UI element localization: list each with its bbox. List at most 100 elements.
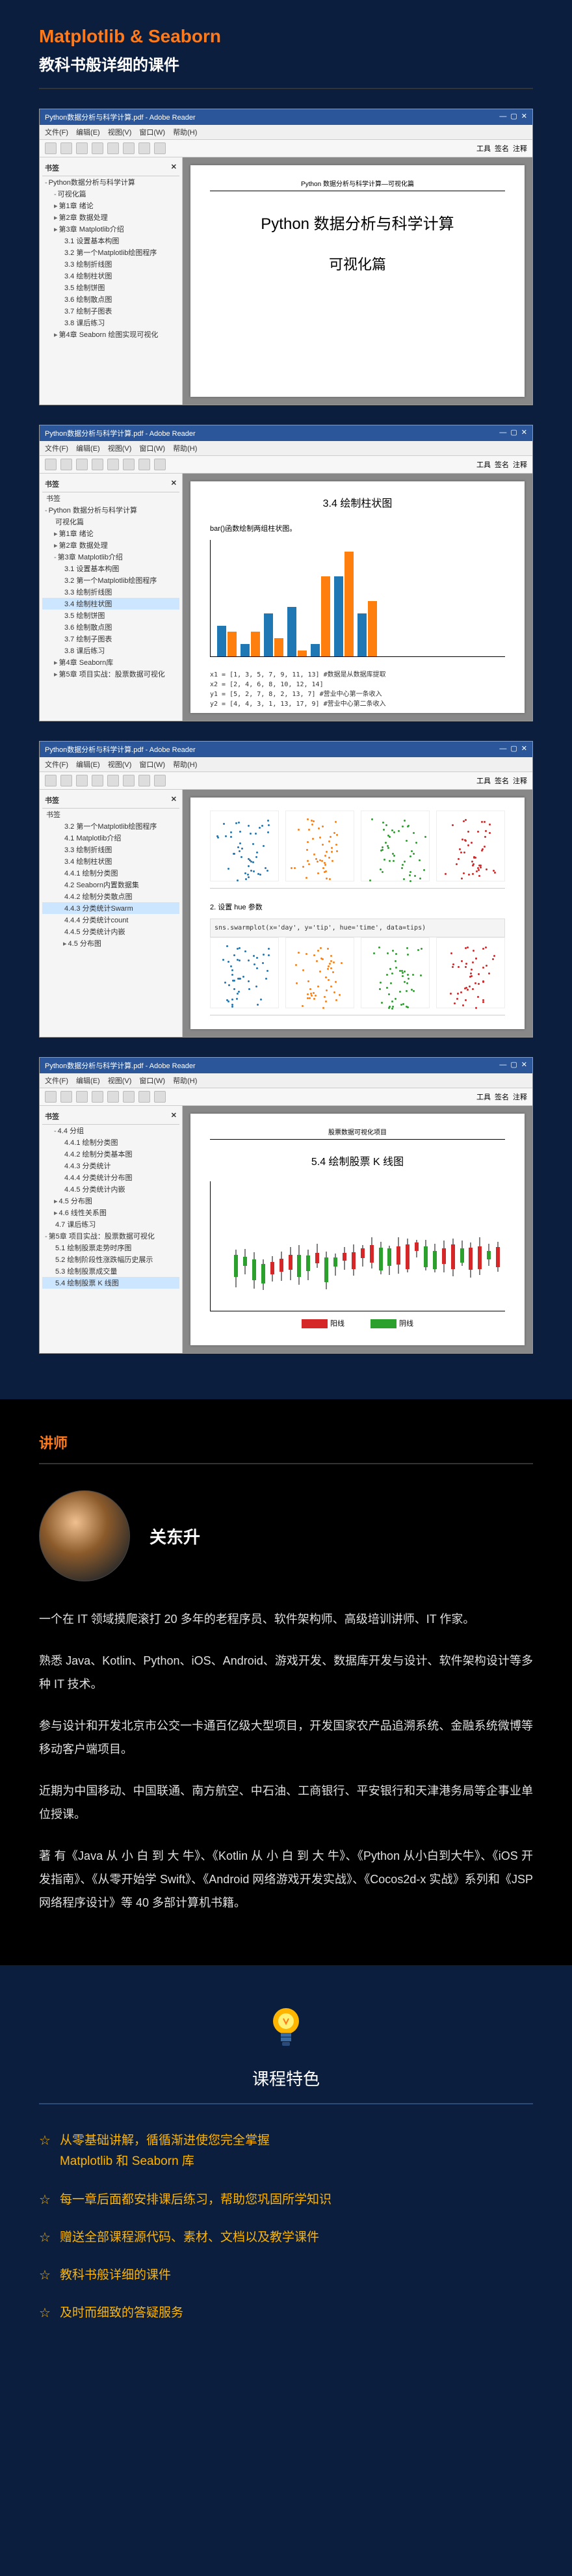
bookmark-item[interactable]: -Python 数据分析与科学计算 xyxy=(42,504,179,516)
bookmark-item[interactable]: 4.4.5 分类统计内嵌 xyxy=(42,1183,179,1195)
window-control[interactable]: ✕ xyxy=(521,745,527,753)
toolbar-button[interactable] xyxy=(60,775,72,786)
bookmark-item[interactable]: 可视化篇 xyxy=(42,516,179,528)
toolbar-button[interactable] xyxy=(92,142,103,154)
toolbar-button[interactable] xyxy=(92,459,103,470)
toolbar-button[interactable] xyxy=(60,142,72,154)
toolbar-button[interactable] xyxy=(45,1091,57,1103)
menu-item[interactable]: 帮助(H) xyxy=(173,127,197,137)
bookmark-item[interactable]: ▸第4章 Seaborn库 xyxy=(42,656,179,668)
toolbar-link[interactable]: 签名 xyxy=(495,143,509,154)
bookmark-item[interactable]: 4.7 课后练习 xyxy=(42,1218,179,1230)
toolbar-button[interactable] xyxy=(138,142,150,154)
toolbar-button[interactable] xyxy=(154,775,166,786)
menu-item[interactable]: 视图(V) xyxy=(108,127,132,137)
window-control[interactable]: ▢ xyxy=(510,113,517,120)
menu-item[interactable]: 帮助(H) xyxy=(173,443,197,453)
window-control[interactable]: — xyxy=(499,745,506,753)
bookmark-item[interactable]: 3.3 绘制折线图 xyxy=(42,844,179,855)
menu-item[interactable]: 视图(V) xyxy=(108,759,132,770)
menu-item[interactable]: 窗口(W) xyxy=(139,127,165,137)
toolbar-link[interactable]: 签名 xyxy=(495,775,509,786)
menu-item[interactable]: 编辑(E) xyxy=(76,127,100,137)
bookmark-item[interactable]: 4.4.4 分类统计分布图 xyxy=(42,1172,179,1183)
toolbar-button[interactable] xyxy=(123,775,135,786)
menu-item[interactable]: 文件(F) xyxy=(45,127,68,137)
bookmark-item[interactable]: 3.6 绘制散点图 xyxy=(42,621,179,633)
bookmark-item[interactable]: 3.1 设置基本构图 xyxy=(42,563,179,574)
toolbar-button[interactable] xyxy=(60,1091,72,1103)
close-icon[interactable]: ✕ xyxy=(171,479,177,489)
bookmark-item[interactable]: 3.3 绘制折线图 xyxy=(42,586,179,598)
bookmark-item[interactable]: -可视化篇 xyxy=(42,188,179,200)
bookmark-item[interactable]: -第5章 项目实战：股票数据可视化 xyxy=(42,1230,179,1242)
menu-item[interactable]: 视图(V) xyxy=(108,1075,132,1086)
toolbar-button[interactable] xyxy=(76,775,88,786)
bookmark-item[interactable]: ▸第4章 Seaborn 绘图实现可视化 xyxy=(42,329,179,340)
toolbar-link[interactable]: 工具 xyxy=(476,143,491,154)
toolbar-button[interactable] xyxy=(107,775,119,786)
bookmark-item[interactable]: ▸4.6 线性关系图 xyxy=(42,1207,179,1218)
menu-item[interactable]: 帮助(H) xyxy=(173,1075,197,1086)
bookmark-item[interactable]: 3.1 设置基本构图 xyxy=(42,235,179,247)
menu-item[interactable]: 窗口(W) xyxy=(139,1075,165,1086)
bookmark-item[interactable]: 4.4.1 绘制分类图 xyxy=(42,1136,179,1148)
bookmark-item[interactable]: 3.5 绘制饼图 xyxy=(42,282,179,293)
menu-item[interactable]: 编辑(E) xyxy=(76,1075,100,1086)
toolbar-button[interactable] xyxy=(107,459,119,470)
bookmark-item[interactable]: 3.8 课后练习 xyxy=(42,317,179,329)
toolbar-link[interactable]: 工具 xyxy=(476,1092,491,1102)
bookmark-item[interactable]: 书签 xyxy=(42,492,179,504)
window-control[interactable]: ✕ xyxy=(521,1061,527,1069)
bookmark-item[interactable]: ▸第1章 绪论 xyxy=(42,200,179,211)
bookmark-item[interactable]: 3.4 绘制柱状图 xyxy=(42,270,179,282)
toolbar-link[interactable]: 注释 xyxy=(513,459,527,470)
toolbar-button[interactable] xyxy=(76,1091,88,1103)
toolbar-link[interactable]: 签名 xyxy=(495,1092,509,1102)
bookmark-item[interactable]: ▸第2章 数据处理 xyxy=(42,211,179,223)
window-control[interactable]: ▢ xyxy=(510,1061,517,1069)
bookmark-item[interactable]: 3.7 绘制子图表 xyxy=(42,633,179,645)
bookmark-item[interactable]: 3.7 绘制子图表 xyxy=(42,305,179,317)
toolbar-button[interactable] xyxy=(138,459,150,470)
close-icon[interactable]: ✕ xyxy=(171,1111,177,1121)
bookmark-item[interactable]: 4.4.1 绘制分类图 xyxy=(42,867,179,879)
menu-item[interactable]: 文件(F) xyxy=(45,1075,68,1086)
toolbar-button[interactable] xyxy=(154,1091,166,1103)
window-control[interactable]: ▢ xyxy=(510,429,517,436)
toolbar-button[interactable] xyxy=(154,459,166,470)
close-icon[interactable]: ✕ xyxy=(171,163,177,173)
bookmark-item[interactable]: 4.4.2 绘制分类散点图 xyxy=(42,891,179,902)
bookmark-item[interactable]: 3.2 第一个Matplotlib绘图程序 xyxy=(42,574,179,586)
toolbar-button[interactable] xyxy=(76,142,88,154)
toolbar-button[interactable] xyxy=(45,142,57,154)
window-control[interactable]: ▢ xyxy=(510,745,517,753)
window-control[interactable]: — xyxy=(499,1061,506,1069)
bookmark-item[interactable]: 3.4 绘制柱状图 xyxy=(42,855,179,867)
bookmark-item[interactable]: 3.8 课后练习 xyxy=(42,645,179,656)
bookmark-item[interactable]: -4.4 分组 xyxy=(42,1125,179,1136)
toolbar-link[interactable]: 注释 xyxy=(513,143,527,154)
toolbar-button[interactable] xyxy=(123,142,135,154)
menu-item[interactable]: 窗口(W) xyxy=(139,443,165,453)
bookmark-item[interactable]: 5.1 绘制股票走势时序图 xyxy=(42,1242,179,1254)
bookmark-item[interactable]: 4.4.4 分类统计count xyxy=(42,914,179,926)
menu-item[interactable]: 文件(F) xyxy=(45,759,68,770)
toolbar-button[interactable] xyxy=(107,142,119,154)
menu-item[interactable]: 编辑(E) xyxy=(76,759,100,770)
bookmark-item[interactable]: 4.4.5 分类统计内嵌 xyxy=(42,926,179,937)
menu-item[interactable]: 文件(F) xyxy=(45,443,68,453)
bookmark-item[interactable]: ▸4.5 分布图 xyxy=(42,1195,179,1207)
toolbar-button[interactable] xyxy=(45,459,57,470)
bookmark-item[interactable]: ▸第5章 项目实战：股票数据可视化 xyxy=(42,668,179,680)
toolbar-button[interactable] xyxy=(60,459,72,470)
toolbar-button[interactable] xyxy=(123,459,135,470)
menu-item[interactable]: 编辑(E) xyxy=(76,443,100,453)
toolbar-button[interactable] xyxy=(92,775,103,786)
bookmark-item[interactable]: -Python数据分析与科学计算 xyxy=(42,176,179,188)
toolbar-link[interactable]: 注释 xyxy=(513,775,527,786)
toolbar-button[interactable] xyxy=(107,1091,119,1103)
menu-item[interactable]: 帮助(H) xyxy=(173,759,197,770)
window-control[interactable]: ✕ xyxy=(521,429,527,436)
toolbar-button[interactable] xyxy=(45,775,57,786)
